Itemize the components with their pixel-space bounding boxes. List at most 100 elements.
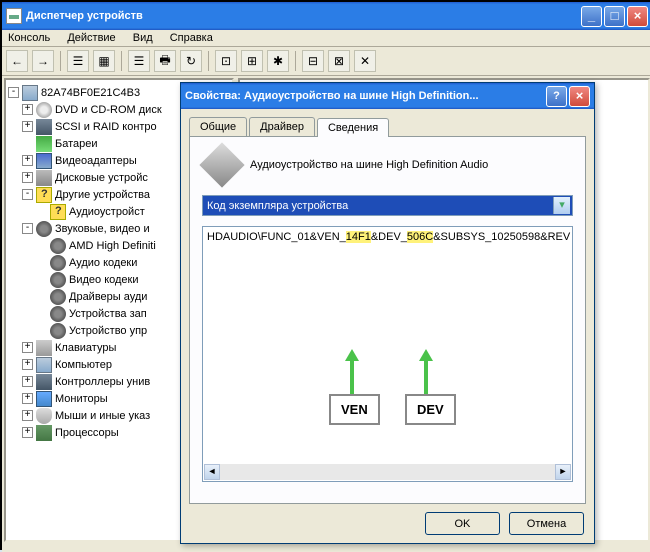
toolbar: ← → ☰ ▦ ☰ 🖶 ↻ ⊡ ⊞ ✱ ⊟ ⊠ ✕ [2,47,650,76]
scsi-icon [36,374,52,390]
window-title: Диспетчер устройств [26,10,143,22]
bat-icon [36,136,52,152]
tool-icon[interactable]: ✱ [267,50,289,72]
snd-icon [50,289,66,305]
collapse-icon[interactable]: - [22,223,33,234]
tree-item-label: Другие устройства [55,189,150,201]
collapse-icon[interactable]: - [22,189,33,200]
expand-icon[interactable]: + [22,172,33,183]
mouse-icon [36,408,52,424]
annotation-label: DEV [405,394,456,425]
scroll-track[interactable] [220,464,555,480]
snd-icon [36,221,52,237]
tree-item-label: Аудиоустройст [69,206,145,218]
expand-icon[interactable]: + [22,104,33,115]
scroll-right-button[interactable]: ► [555,464,571,480]
id-ven: 14F1 [346,231,371,243]
menu-action[interactable]: Действие [67,32,115,44]
expand-icon[interactable]: + [22,393,33,404]
menubar: Консоль Действие Вид Справка [2,30,650,47]
menu-view[interactable]: Вид [133,32,153,44]
tab-body: Аудиоустройство на шине High Definition … [189,136,586,504]
close-button[interactable]: × [627,6,648,27]
annotation-label: VEN [329,394,380,425]
expand-icon[interactable]: + [22,410,33,421]
forward-button[interactable]: → [32,50,54,72]
tree-item-label: DVD и CD-ROM диск [55,104,162,116]
unk-icon [50,204,66,220]
tree-item-label: Процессоры [55,427,119,439]
help-button[interactable]: ? [546,86,567,107]
expand-icon[interactable]: + [22,342,33,353]
horizontal-scrollbar[interactable]: ◄ ► [204,464,571,480]
tree-item-label: Клавиатуры [55,342,116,354]
menu-console[interactable]: Консоль [8,32,50,44]
snd-icon [50,272,66,288]
snd-icon [50,306,66,322]
computer-icon [22,85,38,101]
collapse-icon[interactable]: - [8,87,19,98]
tree-item-label: Драйверы ауди [69,291,147,303]
dvd-icon [36,102,52,118]
property-combo[interactable]: Код экземпляра устройства [202,195,573,216]
tool-icon[interactable]: ✕ [354,50,376,72]
tree-item-label: Видео кодеки [69,274,139,286]
pc-icon [36,357,52,373]
expand-icon[interactable]: + [22,155,33,166]
scsi-icon [36,119,52,135]
tree-item-label: Контроллеры унив [55,376,150,388]
tool-icon[interactable]: ⊠ [328,50,350,72]
unk-icon [36,187,52,203]
expand-icon[interactable]: + [22,359,33,370]
id-part: &SUBSYS_10250598&REV [433,231,570,243]
props-titlebar[interactable]: Свойства: Аудиоустройство на шине High D… [181,83,594,109]
tab-general[interactable]: Общие [189,117,247,136]
id-part: HDAUDIO\FUNC_01&VEN_ [207,231,346,243]
properties-dialog: Свойства: Аудиоустройство на шине High D… [180,82,595,544]
close-button[interactable]: × [569,86,590,107]
tree-item-label: Видеоадаптеры [55,155,137,167]
tab-details[interactable]: Сведения [317,118,389,137]
cancel-button[interactable]: Отмена [509,512,584,535]
expand-icon[interactable]: + [22,121,33,132]
scroll-left-button[interactable]: ◄ [204,464,220,480]
device-icon [199,142,244,187]
minimize-button[interactable]: _ [581,6,602,27]
props-title: Свойства: Аудиоустройство на шине High D… [185,90,479,102]
snd-icon [50,238,66,254]
mon-icon [36,391,52,407]
tool-icon[interactable]: ⊡ [215,50,237,72]
tree-item-label: Мониторы [55,393,108,405]
back-button[interactable]: ← [6,50,28,72]
kb-icon [36,340,52,356]
maximize-button[interactable]: □ [604,6,625,27]
tool-icon[interactable]: ⊟ [302,50,324,72]
tool-icon[interactable]: ▦ [93,50,115,72]
expand-icon[interactable]: + [22,376,33,387]
tab-driver[interactable]: Драйвер [249,117,315,136]
cpu-icon [36,425,52,441]
tree-item-label: Батареи [55,138,98,150]
tree-item-label: Дисковые устройс [55,172,148,184]
tree-item-label: AMD High Definiti [69,240,156,252]
tool-icon[interactable]: ☰ [67,50,89,72]
tree-item-label: Звуковые, видео и [55,223,150,235]
annotation-arrow-dev: DEV [419,349,433,423]
tool-icon[interactable]: ⊞ [241,50,263,72]
print-icon[interactable]: 🖶 [154,50,176,72]
tree-item-label: Мыши и иные указ [55,410,150,422]
id-dev: 506C [407,231,433,243]
tool-icon[interactable]: ☰ [128,50,150,72]
main-titlebar[interactable]: Диспетчер устройств _ □ × [2,2,650,30]
disk-icon [36,170,52,186]
menu-help[interactable]: Справка [170,32,213,44]
id-part: &DEV_ [371,231,407,243]
value-listbox[interactable]: HDAUDIO\FUNC_01&VEN_14F1&DEV_506C&SUBSYS… [202,226,573,482]
tree-item-label: SCSI и RAID контро [55,121,157,133]
devmgr-icon [6,8,22,24]
ok-button[interactable]: OK [425,512,500,535]
expand-icon[interactable]: + [22,427,33,438]
tool-icon[interactable]: ↻ [180,50,202,72]
tree-item-label: Устройства зап [69,308,147,320]
tree-item-label: Аудио кодеки [69,257,137,269]
